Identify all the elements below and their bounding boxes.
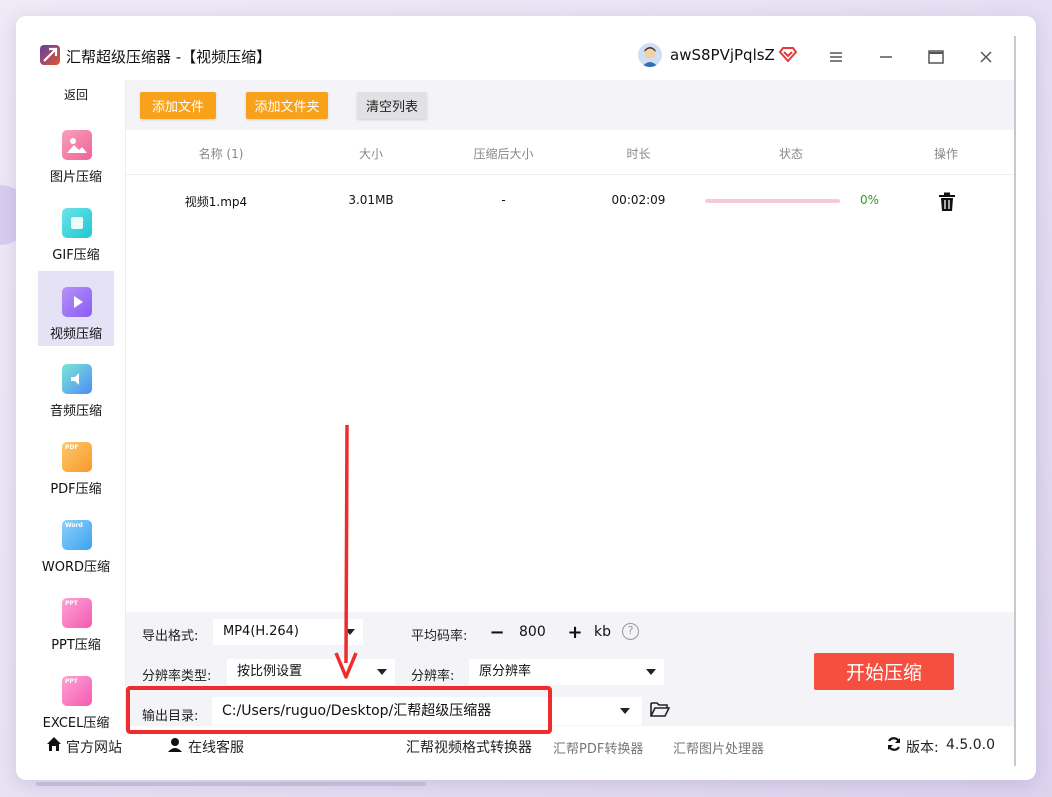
red-arrow-annotation bbox=[334, 425, 358, 679]
background-bar bbox=[36, 782, 426, 786]
compressed-size: - bbox=[501, 193, 506, 207]
sidebar-item-label: WORD压缩 bbox=[41, 560, 111, 575]
sidebar-item-label: 图片压缩 bbox=[49, 170, 102, 185]
excel-icon: PPT bbox=[62, 676, 92, 706]
progress-bar bbox=[705, 199, 840, 203]
bitrate-label: 平均码率: bbox=[411, 629, 468, 644]
vip-diamond-icon[interactable] bbox=[778, 44, 798, 64]
close-icon[interactable] bbox=[975, 46, 997, 68]
app-window: 汇帮超级压缩器 -【视频压缩】 awS8PVjPqlsZ 返回 图片压缩 GIF… bbox=[16, 16, 1036, 780]
file-size: 3.01MB bbox=[348, 193, 394, 207]
chevron-down-icon bbox=[377, 669, 387, 675]
delete-icon[interactable] bbox=[938, 192, 956, 212]
window-right-edge bbox=[1014, 36, 1016, 766]
avatar[interactable] bbox=[638, 43, 662, 67]
audio-icon bbox=[62, 364, 92, 394]
resolution-type-select[interactable]: 按比例设置 bbox=[227, 659, 395, 685]
help-icon[interactable]: ? bbox=[622, 623, 639, 640]
sidebar-item-excel[interactable]: PPT EXCEL压缩 bbox=[38, 666, 114, 732]
column-header-name[interactable]: 名称 (1) bbox=[166, 145, 276, 162]
add-file-button[interactable]: 添加文件 bbox=[140, 92, 216, 119]
clear-list-button[interactable]: 清空列表 bbox=[357, 92, 427, 119]
column-header-status[interactable]: 状态 bbox=[756, 145, 826, 162]
sidebar-item-word[interactable]: Word WORD压缩 bbox=[38, 510, 114, 576]
gif-icon bbox=[62, 208, 92, 238]
sidebar-item-label: PPT压缩 bbox=[51, 638, 101, 653]
pdf-icon: PDF bbox=[62, 442, 92, 472]
bitrate-unit: kb bbox=[594, 624, 611, 640]
video-converter-link[interactable]: 汇帮视频格式转换器 bbox=[406, 737, 532, 757]
resolution-value: 原分辨率 bbox=[479, 664, 532, 679]
bitrate-decrement-button[interactable]: − bbox=[488, 624, 506, 642]
sidebar-item-image[interactable]: 图片压缩 bbox=[38, 120, 114, 186]
start-compress-button[interactable]: 开始压缩 bbox=[814, 653, 954, 690]
export-format-value: MP4(H.264) bbox=[223, 624, 299, 639]
pdf-converter-link[interactable]: 汇帮PDF转换器 bbox=[553, 738, 643, 757]
chevron-down-icon bbox=[620, 708, 630, 714]
table-row[interactable]: 视频1.mp4 3.01MB - 00:02:09 0% bbox=[126, 176, 1014, 226]
resolution-label: 分辨率: bbox=[411, 669, 455, 684]
sidebar-item-audio[interactable]: 音频压缩 bbox=[38, 354, 114, 420]
word-icon: Word bbox=[62, 520, 92, 550]
bitrate-value[interactable]: 800 bbox=[519, 624, 546, 640]
home-icon bbox=[46, 736, 62, 752]
folder-open-icon[interactable] bbox=[650, 700, 671, 718]
version-number: 4.5.0.0 bbox=[946, 737, 995, 753]
progress-percent: 0% bbox=[860, 193, 880, 207]
sidebar-item-video[interactable]: 视频压缩 bbox=[38, 271, 114, 346]
support-link[interactable]: 在线客服 bbox=[188, 737, 244, 757]
image-processor-link[interactable]: 汇帮图片处理器 bbox=[673, 738, 764, 757]
column-header-compressed-size[interactable]: 压缩后大小 bbox=[456, 145, 551, 162]
sidebar-item-gif[interactable]: GIF压缩 bbox=[38, 198, 114, 264]
file-duration: 00:02:09 bbox=[611, 193, 666, 207]
window-title: 汇帮超级压缩器 -【视频压缩】 bbox=[66, 48, 272, 66]
title-bar: 汇帮超级压缩器 -【视频压缩】 awS8PVjPqlsZ bbox=[16, 16, 1036, 80]
video-icon bbox=[62, 287, 92, 317]
image-icon bbox=[62, 130, 92, 160]
resolution-type-label: 分辨率类型: bbox=[142, 669, 212, 684]
file-name: 视频1.mp4 bbox=[184, 195, 248, 209]
resolution-select[interactable]: 原分辨率 bbox=[469, 659, 664, 685]
sidebar-item-ppt[interactable]: PPT PPT压缩 bbox=[38, 588, 114, 654]
add-folder-button[interactable]: 添加文件夹 bbox=[246, 92, 328, 119]
export-format-label: 导出格式: bbox=[142, 629, 199, 644]
username[interactable]: awS8PVjPqlsZ bbox=[670, 46, 775, 64]
sidebar-item-pdf[interactable]: PDF PDF压缩 bbox=[38, 432, 114, 498]
resolution-type-value: 按比例设置 bbox=[237, 664, 303, 679]
menu-icon[interactable] bbox=[825, 46, 847, 68]
file-table-header: 名称 (1) 大小 压缩后大小 时长 状态 操作 bbox=[126, 130, 1014, 175]
output-dir-highlight-box bbox=[126, 686, 552, 734]
back-button[interactable]: 返回 bbox=[38, 86, 114, 103]
minimize-icon[interactable] bbox=[875, 46, 897, 68]
website-link[interactable]: 官方网站 bbox=[66, 737, 122, 757]
column-header-duration[interactable]: 时长 bbox=[606, 145, 671, 162]
sidebar: 返回 图片压缩 GIF压缩 视频压缩 音频压缩 PDF PDF压缩 Word W… bbox=[16, 80, 126, 731]
sidebar-item-label: GIF压缩 bbox=[52, 248, 100, 263]
chevron-down-icon bbox=[646, 669, 656, 675]
ppt-icon: PPT bbox=[62, 598, 92, 628]
refresh-icon[interactable] bbox=[886, 736, 902, 752]
toolbar: 添加文件 添加文件夹 清空列表 bbox=[126, 80, 1014, 130]
support-icon bbox=[167, 736, 183, 752]
sidebar-item-label: 音频压缩 bbox=[49, 404, 102, 419]
column-header-action: 操作 bbox=[933, 147, 958, 161]
sidebar-item-label: 视频压缩 bbox=[49, 327, 102, 342]
app-logo-icon bbox=[40, 45, 60, 65]
bitrate-increment-button[interactable]: + bbox=[566, 624, 584, 642]
column-header-size[interactable]: 大小 bbox=[336, 145, 406, 162]
sidebar-item-label: PDF压缩 bbox=[50, 482, 102, 497]
version-label: 版本: bbox=[906, 740, 939, 756]
maximize-icon[interactable] bbox=[925, 46, 947, 68]
